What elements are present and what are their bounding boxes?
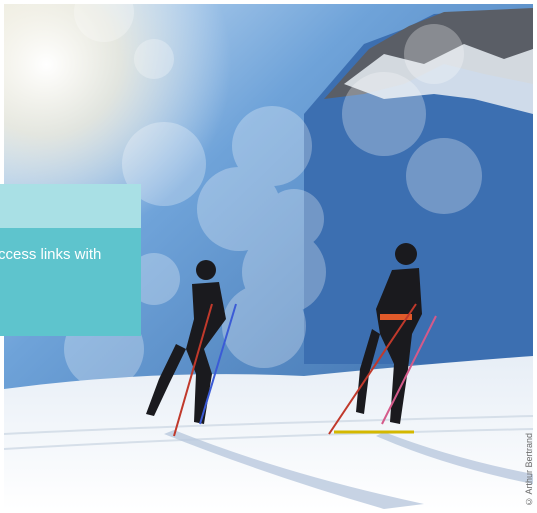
overlay-text: ccess links with	[0, 246, 102, 263]
overlay-panel-strip	[0, 184, 141, 228]
overlay-panel: ccess links with	[0, 184, 141, 336]
photo-credit: © Arthur Bertrand	[524, 433, 534, 507]
